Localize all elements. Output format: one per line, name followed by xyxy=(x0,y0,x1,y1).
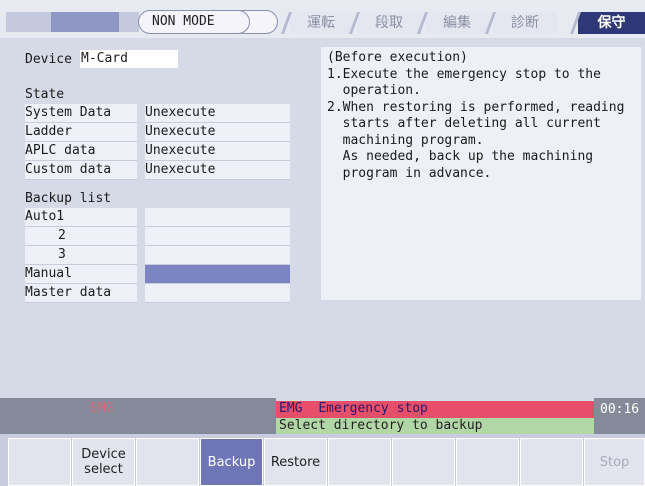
softkey-6[interactable] xyxy=(328,438,391,486)
message-text: Select directory to backup xyxy=(279,418,483,433)
state-row-value: Unexecute xyxy=(145,142,290,161)
backup-row-manual[interactable]: Manual xyxy=(25,265,137,284)
softkey-backup[interactable]: Backup xyxy=(200,438,263,486)
softkey-9[interactable] xyxy=(520,438,583,486)
backup-row-3[interactable]: 3 xyxy=(25,246,137,265)
tab-operation[interactable]: 運転 xyxy=(289,12,353,34)
state-row-label: APLC data xyxy=(25,142,137,161)
device-label: Device xyxy=(25,52,72,67)
tab-maintenance[interactable]: 保守 xyxy=(578,12,645,34)
message-bar: Select directory to backup xyxy=(276,418,594,434)
backup-row-auto1[interactable]: Auto1 xyxy=(25,208,137,227)
state-title: State xyxy=(25,87,65,102)
state-row-value: Unexecute xyxy=(145,123,290,142)
backup-row-value[interactable] xyxy=(145,227,290,246)
backup-row-master-data[interactable]: Master data xyxy=(25,284,137,303)
mode-indicator: NON MODE xyxy=(138,10,278,34)
softkey-8[interactable] xyxy=(456,438,519,486)
alarm-code: EMG xyxy=(279,401,303,416)
alarm-bar: EMG Emergency stop xyxy=(276,401,594,418)
status-block-2 xyxy=(51,12,119,32)
softkey-1[interactable] xyxy=(8,438,71,486)
state-row-label: System Data xyxy=(25,104,137,123)
state-row-value: Unexecute xyxy=(145,161,290,180)
backup-row-value[interactable] xyxy=(145,284,290,303)
tab-diagnosis[interactable]: 診断 xyxy=(493,12,557,34)
status-block-3 xyxy=(119,12,139,32)
backup-row-value[interactable] xyxy=(145,208,290,227)
backup-list-title: Backup list xyxy=(25,191,112,206)
device-value: M-Card xyxy=(81,51,128,66)
softkey-3[interactable] xyxy=(136,438,199,486)
softkey-7[interactable] xyxy=(392,438,455,486)
softkey-device-select[interactable]: Device select xyxy=(72,438,135,486)
softkey-stop[interactable]: Stop xyxy=(584,438,645,486)
instructions-panel: (Before execution) 1.Execute the emergen… xyxy=(321,47,641,300)
backup-row-value[interactable] xyxy=(145,246,290,265)
mode-label: NON MODE xyxy=(152,14,215,29)
clock-area: 00:16 xyxy=(594,398,645,434)
backup-row-selected[interactable] xyxy=(145,265,290,284)
state-row-label: Ladder xyxy=(25,123,137,142)
softkey-restore[interactable]: Restore xyxy=(264,438,327,486)
tab-setup[interactable]: 段取 xyxy=(357,12,421,34)
emg-indicator: EMG xyxy=(90,401,114,416)
alarm-text: Emergency stop xyxy=(318,401,428,416)
backup-row-2[interactable]: 2 xyxy=(25,227,137,246)
status-area-left xyxy=(0,398,276,434)
tab-edit[interactable]: 編集 xyxy=(425,12,489,34)
state-row-label: Custom data xyxy=(25,161,137,180)
status-block-1 xyxy=(6,12,51,32)
device-field[interactable]: M-Card xyxy=(80,50,178,68)
clock: 00:16 xyxy=(600,402,640,417)
state-row-value: Unexecute xyxy=(145,104,290,123)
